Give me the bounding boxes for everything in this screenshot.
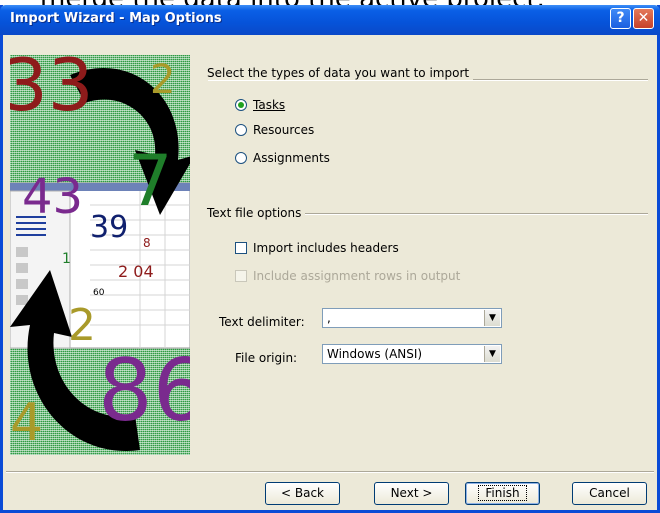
art-number-4: 4 [10, 393, 43, 453]
art-number-7: 7 [128, 140, 173, 222]
next-button[interactable]: Next > [374, 482, 449, 505]
import-types-group-label: Select the types of data you want to imp… [207, 66, 474, 80]
checkbox-include-assignment-rows: Include assignment rows in output [235, 269, 460, 283]
finish-button-label: Finish [478, 485, 527, 501]
text-delimiter-dropdown-icon[interactable]: ▼ [484, 310, 500, 326]
art-number-2b: 2 [68, 300, 96, 351]
close-button[interactable]: ✕ [633, 8, 654, 29]
art-number-1: 1 [62, 251, 71, 267]
art-number-33: 33 [10, 55, 94, 127]
file-origin-label: File origin: [235, 351, 298, 365]
footer-separator [6, 471, 654, 473]
art-number-43: 43 [22, 169, 83, 225]
checkbox-import-headers-label: Import includes headers [253, 241, 399, 255]
radio-tasks-label: Tasks [253, 98, 286, 112]
checkbox-include-assignment-rows-label: Include assignment rows in output [253, 269, 461, 283]
help-button[interactable]: ? [610, 8, 631, 29]
wizard-artwork-graphic: 33 2 7 43 39 8 1 2 04 60 2 86 4 [10, 55, 190, 453]
art-number-8: 8 [143, 236, 151, 250]
finish-button[interactable]: Finish [465, 482, 540, 505]
radio-resources-indicator[interactable] [235, 124, 247, 136]
window-title: Import Wizard - Map Options [10, 11, 222, 26]
radio-assignments-label: Assignments [253, 151, 330, 165]
wizard-artwork: 33 2 7 43 39 8 1 2 04 60 2 86 4 [10, 55, 190, 455]
import-wizard-dialog: Import Wizard - Map Options ? ✕ 33 2 7 4… [0, 5, 660, 513]
radio-assignments-indicator[interactable] [235, 152, 247, 164]
checkbox-import-headers[interactable]: Import includes headers [235, 241, 399, 255]
text-delimiter-value: , [327, 311, 331, 325]
back-button[interactable]: < Back [265, 482, 340, 505]
text-delimiter-combo[interactable]: , ▼ [322, 308, 502, 328]
art-number-60: 60 [93, 288, 105, 298]
art-number-2: 2 [150, 57, 175, 103]
file-origin-combo[interactable]: Windows (ANSI) ▼ [322, 344, 502, 364]
text-file-options-group-label: Text file options [207, 206, 306, 220]
file-origin-value: Windows (ANSI) [327, 347, 423, 361]
radio-assignments[interactable]: Assignments [235, 151, 330, 165]
file-origin-dropdown-icon[interactable]: ▼ [484, 346, 500, 362]
art-number-204: 2 04 [118, 262, 154, 281]
checkbox-include-assignment-rows-box [235, 270, 247, 282]
radio-resources-label: Resources [253, 123, 315, 137]
text-delimiter-label: Text delimiter: [219, 315, 305, 329]
art-number-86: 86 [98, 341, 190, 441]
radio-tasks-indicator[interactable] [235, 99, 247, 111]
art-number-39: 39 [90, 210, 128, 245]
radio-resources[interactable]: Resources [235, 123, 314, 137]
title-bar[interactable]: Import Wizard - Map Options ? ✕ [0, 5, 660, 35]
checkbox-import-headers-box[interactable] [235, 242, 247, 254]
radio-tasks[interactable]: Tasks [235, 98, 285, 112]
cancel-button[interactable]: Cancel [572, 482, 647, 505]
